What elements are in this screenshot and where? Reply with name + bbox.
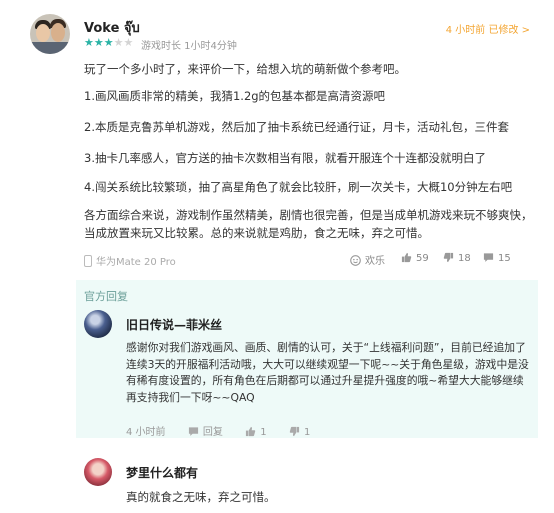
device-info: 华为Mate 20 Pro [84, 253, 176, 268]
second-reply-name[interactable]: 梦里什么都有 [126, 464, 198, 481]
thumbs-down-icon [289, 426, 300, 437]
comment-button[interactable]: 15 [483, 252, 511, 264]
star-empty-icon: ★ [123, 36, 134, 49]
reply-like-count: 1 [260, 427, 267, 438]
reply-label: 回复 [202, 427, 223, 438]
reply-dislike-button[interactable]: 1 [289, 426, 311, 438]
rating-stars: ★★★★★ [84, 37, 133, 49]
edit-info[interactable]: 4 小时前 已修改 > [446, 21, 530, 36]
official-reply-actions: 4 小时前 回复 1 1 [126, 423, 310, 438]
review-paragraph: 4.闯关系统比较繁琐，抽了高星角色了就会比较肝，刷一次关卡，大概10分钟左右吧 [84, 180, 513, 194]
reply-like-button[interactable]: 1 [245, 426, 267, 438]
comment-count: 15 [498, 253, 511, 264]
star-filled-icon: ★ [84, 36, 94, 49]
review-paragraph: 3.抽卡几率感人，官方送的抽卡次数相当有限，就看开服连个十连都没就明白了 [84, 151, 486, 165]
thumbs-up-icon [246, 426, 256, 437]
dislike-button[interactable]: 18 [443, 252, 471, 264]
review-card: Voke จุ๊บ ★★★★★ 游戏时长 1小时4分钟 4 小时前 已修改 > … [0, 0, 554, 513]
thumbs-up-icon [401, 252, 412, 263]
reply-button[interactable]: 回复 [188, 427, 223, 438]
reply-dislike-count: 1 [304, 427, 311, 438]
reply-time: 4 小时前 [126, 427, 166, 438]
dislike-count: 18 [458, 253, 471, 264]
official-reply-text: 感谢你对我们游戏画风、画质、剧情的认可，关于“上线福利问题”，目前已经追加了连续… [126, 341, 529, 404]
phone-icon [84, 255, 92, 267]
review-paragraph: 玩了一个多小时了，来评价一下，给想入坑的萌新做个参考吧。 [84, 62, 406, 76]
username[interactable]: Voke จุ๊บ [84, 17, 140, 38]
star-filled-icon: ★ [103, 36, 114, 49]
review-paragraph: 1.画风画质非常的精美，我猜1.2g的包基本都是高清资源吧 [84, 89, 386, 103]
like-button[interactable]: 59 [401, 252, 429, 264]
user-avatar[interactable] [30, 14, 70, 54]
star-filled-icon: ★ [93, 36, 104, 49]
official-avatar[interactable] [84, 310, 112, 338]
comment-icon [188, 427, 199, 436]
star-empty-icon: ★ [113, 36, 124, 49]
second-reply-text: 真的就食之无味，弃之可惜。 [126, 490, 276, 504]
official-name[interactable]: 旧日传说—菲米丝 [126, 316, 222, 333]
happy-button[interactable]: 欢乐 [350, 252, 385, 267]
comment-icon [483, 253, 494, 262]
second-reply-avatar[interactable] [84, 458, 112, 486]
play-time: 游戏时长 1小时4分钟 [141, 41, 237, 52]
device-name: 华为Mate 20 Pro [96, 257, 176, 268]
happy-label: 欢乐 [365, 256, 385, 267]
review-paragraph: 2.本质是克鲁苏单机游戏，然后加了抽卡系统已经通行证，月卡，活动礼包，三件套 [84, 120, 509, 134]
thumbs-down-icon [443, 252, 454, 263]
review-paragraph: 各方面综合来说，游戏制作虽然精美，剧情也很完善，但是当成单机游戏来玩不够爽快，当… [84, 208, 533, 240]
official-reply-header: 官方回复 [84, 290, 128, 303]
smile-icon [350, 255, 361, 266]
like-count: 59 [416, 253, 429, 264]
